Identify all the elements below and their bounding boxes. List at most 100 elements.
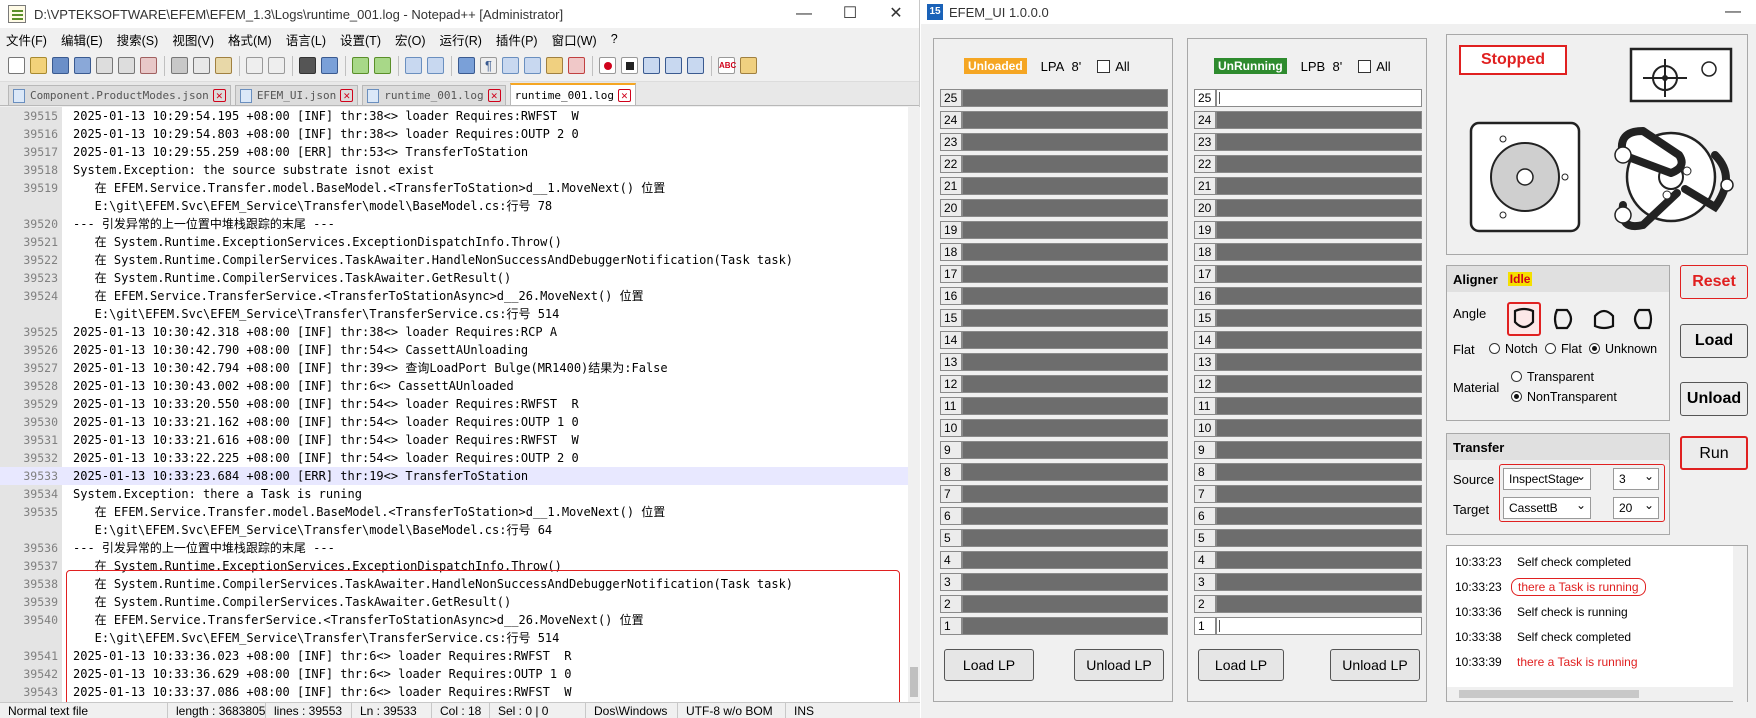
editor-line[interactable]: 39523 在 System.Runtime.CompilerServices.… <box>0 269 908 287</box>
plugin-icon[interactable] <box>740 57 757 74</box>
find-icon[interactable] <box>299 57 316 74</box>
slot-bar[interactable] <box>1216 331 1422 349</box>
slot-bar[interactable] <box>1216 463 1422 481</box>
editor-line[interactable]: 39532 2025-01-13 10:33:22.225 +08:00 [INF… <box>0 449 908 467</box>
slot-bar[interactable] <box>1216 199 1422 217</box>
menu-edit[interactable]: 编辑(E) <box>61 30 103 49</box>
editor-line[interactable]: E:\git\EFEM.Svc\EFEM_Service\Transfer\Tr… <box>0 305 908 323</box>
editor-line[interactable]: 39515 2025-01-13 10:29:54.195 +08:00 [INF… <box>0 107 908 125</box>
run-button[interactable]: Run <box>1680 436 1748 470</box>
lpb-slot-5[interactable]: 5 <box>1194 529 1422 547</box>
slot-bar[interactable] <box>962 529 1168 547</box>
lpa-slot-17[interactable]: 17 <box>940 265 1168 283</box>
record-macro-icon[interactable] <box>599 57 616 74</box>
lpa-slot-19[interactable]: 19 <box>940 221 1168 239</box>
load-button[interactable]: Load <box>1680 324 1748 358</box>
tab-efem-ui-json[interactable]: EFEM_UI.json ✕ <box>234 85 359 105</box>
editor-line[interactable]: 39516 2025-01-13 10:29:54.803 +08:00 [INF… <box>0 125 908 143</box>
slot-bar[interactable] <box>1216 529 1422 547</box>
slot-bar[interactable] <box>1216 617 1422 635</box>
redo-icon[interactable] <box>268 57 285 74</box>
editor-line[interactable]: 39521 在 System.Runtime.ExceptionServices… <box>0 233 908 251</box>
radio-transparent[interactable] <box>1511 371 1522 382</box>
slot-bar[interactable] <box>1216 595 1422 613</box>
paste-icon[interactable] <box>215 57 232 74</box>
slot-bar[interactable] <box>962 507 1168 525</box>
slot-bar[interactable] <box>962 331 1168 349</box>
lpa-slot-4[interactable]: 4 <box>940 551 1168 569</box>
lpb-slot-10[interactable]: 10 <box>1194 419 1422 437</box>
editor-line[interactable]: 39539 在 System.Runtime.CompilerServices.… <box>0 593 908 611</box>
slot-bar[interactable] <box>1216 397 1422 415</box>
radio-flat[interactable] <box>1545 343 1556 354</box>
lpb-load-lp-button[interactable]: Load LP <box>1198 649 1284 681</box>
menu-search[interactable]: 搜索(S) <box>117 30 159 49</box>
new-file-icon[interactable] <box>8 57 25 74</box>
menu-window[interactable]: 窗口(W) <box>552 30 597 49</box>
maximize-button[interactable]: ☐ <box>827 0 873 28</box>
editor-vertical-scrollbar[interactable] <box>908 107 920 702</box>
editor-line[interactable]: 39536 --- 引发异常的上一位置中堆栈跟踪的末尾 --- <box>0 539 908 557</box>
show-all-chars-icon[interactable]: ¶ <box>480 57 497 74</box>
slot-bar[interactable] <box>962 617 1168 635</box>
stop-macro-icon[interactable] <box>621 57 638 74</box>
save-all-icon[interactable] <box>74 57 91 74</box>
editor-line[interactable]: 39522 在 System.Runtime.CompilerServices.… <box>0 251 908 269</box>
lpb-slot-9[interactable]: 9 <box>1194 441 1422 459</box>
slot-bar[interactable] <box>1216 573 1422 591</box>
lpb-all-checkbox[interactable] <box>1358 59 1372 73</box>
editor-line[interactable]: 39533 2025-01-13 10:33:23.684 +08:00 [ERR… <box>0 467 908 485</box>
sync-horizontal-icon[interactable] <box>427 57 444 74</box>
lpa-slot-2[interactable]: 2 <box>940 595 1168 613</box>
open-file-icon[interactable] <box>30 57 47 74</box>
slot-bar[interactable] <box>1216 177 1422 195</box>
menu-language[interactable]: 语言(L) <box>286 30 326 49</box>
slot-bar[interactable] <box>1216 111 1422 129</box>
editor-line[interactable]: 39519 在 EFEM.Service.Transfer.model.Base… <box>0 179 908 197</box>
replace-icon[interactable] <box>321 57 338 74</box>
zoom-out-icon[interactable] <box>374 57 391 74</box>
editor-line[interactable]: 39517 2025-01-13 10:29:55.259 +08:00 [ERR… <box>0 143 908 161</box>
sync-vertical-icon[interactable] <box>405 57 422 74</box>
lpa-all-checkbox[interactable] <box>1097 59 1111 73</box>
word-wrap-icon[interactable] <box>458 57 475 74</box>
lpa-slot-20[interactable]: 20 <box>940 199 1168 217</box>
editor-line[interactable]: 39534 System.Exception: there a Task is r… <box>0 485 908 503</box>
editor-line[interactable]: E:\git\EFEM.Svc\EFEM_Service\Transfer\mo… <box>0 197 908 215</box>
editor-line[interactable]: 39543 2025-01-13 10:33:37.086 +08:00 [INF… <box>0 683 908 701</box>
menu-help[interactable]: ? <box>611 32 618 46</box>
slot-bar[interactable] <box>1216 309 1422 327</box>
slot-bar[interactable] <box>962 287 1168 305</box>
lpb-slot-23[interactable]: 23 <box>1194 133 1422 151</box>
lpa-slot-18[interactable]: 18 <box>940 243 1168 261</box>
editor-line[interactable]: 39524 在 EFEM.Service.TransferService.<Tr… <box>0 287 908 305</box>
user-language-icon[interactable] <box>524 57 541 74</box>
angle-180-option[interactable] <box>1587 302 1621 336</box>
menu-file[interactable]: 文件(F) <box>6 30 47 49</box>
lpb-slot-16[interactable]: 16 <box>1194 287 1422 305</box>
lpb-slot-20[interactable]: 20 <box>1194 199 1422 217</box>
lpa-slot-12[interactable]: 12 <box>940 375 1168 393</box>
slot-bar[interactable] <box>1216 485 1422 503</box>
lpa-slot-9[interactable]: 9 <box>940 441 1168 459</box>
slot-bar[interactable] <box>962 595 1168 613</box>
slot-bar[interactable] <box>962 111 1168 129</box>
lpa-load-lp-button[interactable]: Load LP <box>944 649 1034 681</box>
slot-bar[interactable] <box>962 309 1168 327</box>
slot-bar[interactable] <box>1216 155 1422 173</box>
slot-bar[interactable] <box>962 375 1168 393</box>
lpa-slot-25[interactable]: 25 <box>940 89 1168 107</box>
editor-line[interactable]: 39540 在 EFEM.Service.TransferService.<Tr… <box>0 611 908 629</box>
slot-bar[interactable] <box>1216 133 1422 151</box>
slot-bar[interactable] <box>1216 441 1422 459</box>
undo-icon[interactable] <box>246 57 263 74</box>
slot-bar[interactable] <box>962 397 1168 415</box>
cut-icon[interactable] <box>171 57 188 74</box>
log-vertical-scrollbar[interactable] <box>1733 546 1747 703</box>
lpb-slot-22[interactable]: 22 <box>1194 155 1422 173</box>
lpa-slot-15[interactable]: 15 <box>940 309 1168 327</box>
editor-line[interactable]: 39531 2025-01-13 10:33:21.616 +08:00 [INF… <box>0 431 908 449</box>
editor-line[interactable]: 39535 在 EFEM.Service.Transfer.model.Base… <box>0 503 908 521</box>
editor-line[interactable]: 39520 --- 引发异常的上一位置中堆栈跟踪的末尾 --- <box>0 215 908 233</box>
lpa-slot-6[interactable]: 6 <box>940 507 1168 525</box>
